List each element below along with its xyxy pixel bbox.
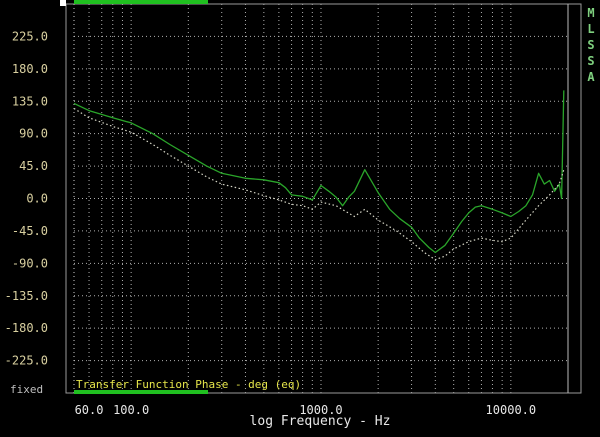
y-tick-label: -135.0 [5,289,48,303]
y-tick-label: -45.0 [12,224,48,238]
y-tick-label: -225.0 [5,354,48,368]
y-tick-label: 180.0 [12,62,48,76]
top-range-bar [74,0,208,4]
side-letter-2: L [587,22,595,36]
y-tick-label: -90.0 [12,256,48,270]
plot-frame [65,3,582,394]
y-tick-label: 90.0 [19,127,48,141]
side-letter-3: S [587,38,595,52]
x-tick-label: 100.0 [113,403,149,417]
grid-lines [73,4,569,393]
side-letter-5: A [587,70,595,84]
corner-marker [60,0,66,6]
side-letter-4: S [587,54,595,68]
scale-mode-label: fixed [10,383,44,396]
x-axis-label: log Frequency - Hz [249,414,391,429]
chart-title: Transfer Function Phase - deg (eq) [76,378,302,391]
chart-canvas: 225.0 180.0 135.0 90.0 45.0 0.0 -45.0 -90.0 -135… [5,0,582,417]
x-tick-label: 10000.0 [486,403,537,417]
x-tick-label: 60.0 [75,403,104,417]
side-letter-1: M [587,6,595,20]
y-tick-label: 135.0 [12,94,48,108]
y-tick-label: 0.0 [26,192,48,206]
series-line-solid [73,90,565,254]
y-tick-label: -180.0 [5,321,48,335]
y-tick-label: 45.0 [19,159,48,173]
y-tick-labels: 225.0 180.0 135.0 90.0 45.0 0.0 -45.0 -90.0 -135… [5,29,48,367]
mlssa-phase-plot: 225.0 180.0 135.0 90.0 45.0 0.0 -45.0 -90.0 -135… [0,0,600,433]
y-tick-label: 225.0 [12,29,48,43]
series-lines [73,90,565,261]
